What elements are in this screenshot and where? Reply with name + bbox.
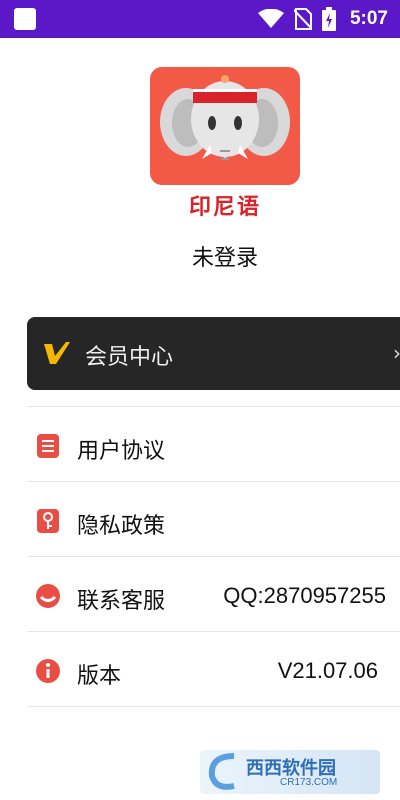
wifi-icon (257, 9, 284, 28)
watermark-swoosh-icon (208, 753, 235, 790)
menu-item-user-agreement[interactable]: 用户协议 (27, 407, 400, 481)
menu-item-label: 用户协议 (77, 439, 166, 464)
logo-caption: 印尼语 (188, 195, 261, 220)
chevron-right-icon: › (393, 341, 400, 365)
menu-item-label: 版本 (77, 664, 122, 689)
menu-item-label: 隐私政策 (77, 514, 166, 539)
info-icon (36, 659, 60, 683)
menu-item-customer-service[interactable]: 联系客服 QQ:2870957255 (27, 557, 400, 631)
vip-center-button[interactable]: 会员中心 › (27, 317, 400, 390)
menu-item-version[interactable]: 版本 V21.07.06 (27, 632, 400, 706)
document-icon (37, 434, 59, 458)
privacy-key-icon (37, 509, 59, 533)
no-sim-icon (293, 8, 312, 30)
app-logo: 印尼语 (150, 67, 300, 220)
logo-tile (150, 67, 300, 185)
vip-v-icon (44, 342, 70, 364)
login-status[interactable]: 未登录 (0, 240, 400, 272)
status-time: 5:07 (349, 8, 388, 29)
battery-charging-icon (321, 7, 336, 31)
status-bar: 5:07 (0, 0, 400, 38)
menu-item-label: 联系客服 (77, 589, 166, 614)
menu-item-value: V21.07.06 (277, 658, 378, 683)
status-icons: 5:07 (257, 0, 388, 38)
settings-menu: 用户协议 隐私政策 联系客服 QQ:2870957255 版本 V21.07.0… (27, 406, 400, 707)
menu-item-privacy-policy[interactable]: 隐私政策 (27, 482, 400, 556)
divider (27, 706, 400, 707)
watermark-logo: 西西软件园 CR173.COM (200, 750, 380, 794)
vip-center-label: 会员中心 (85, 345, 174, 370)
notification-app-icon (14, 8, 36, 30)
menu-item-value: QQ:2870957255 (223, 583, 386, 608)
customer-service-icon (36, 584, 60, 608)
watermark-subtext: CR173.COM (280, 777, 338, 788)
elephant-icon (160, 75, 290, 160)
